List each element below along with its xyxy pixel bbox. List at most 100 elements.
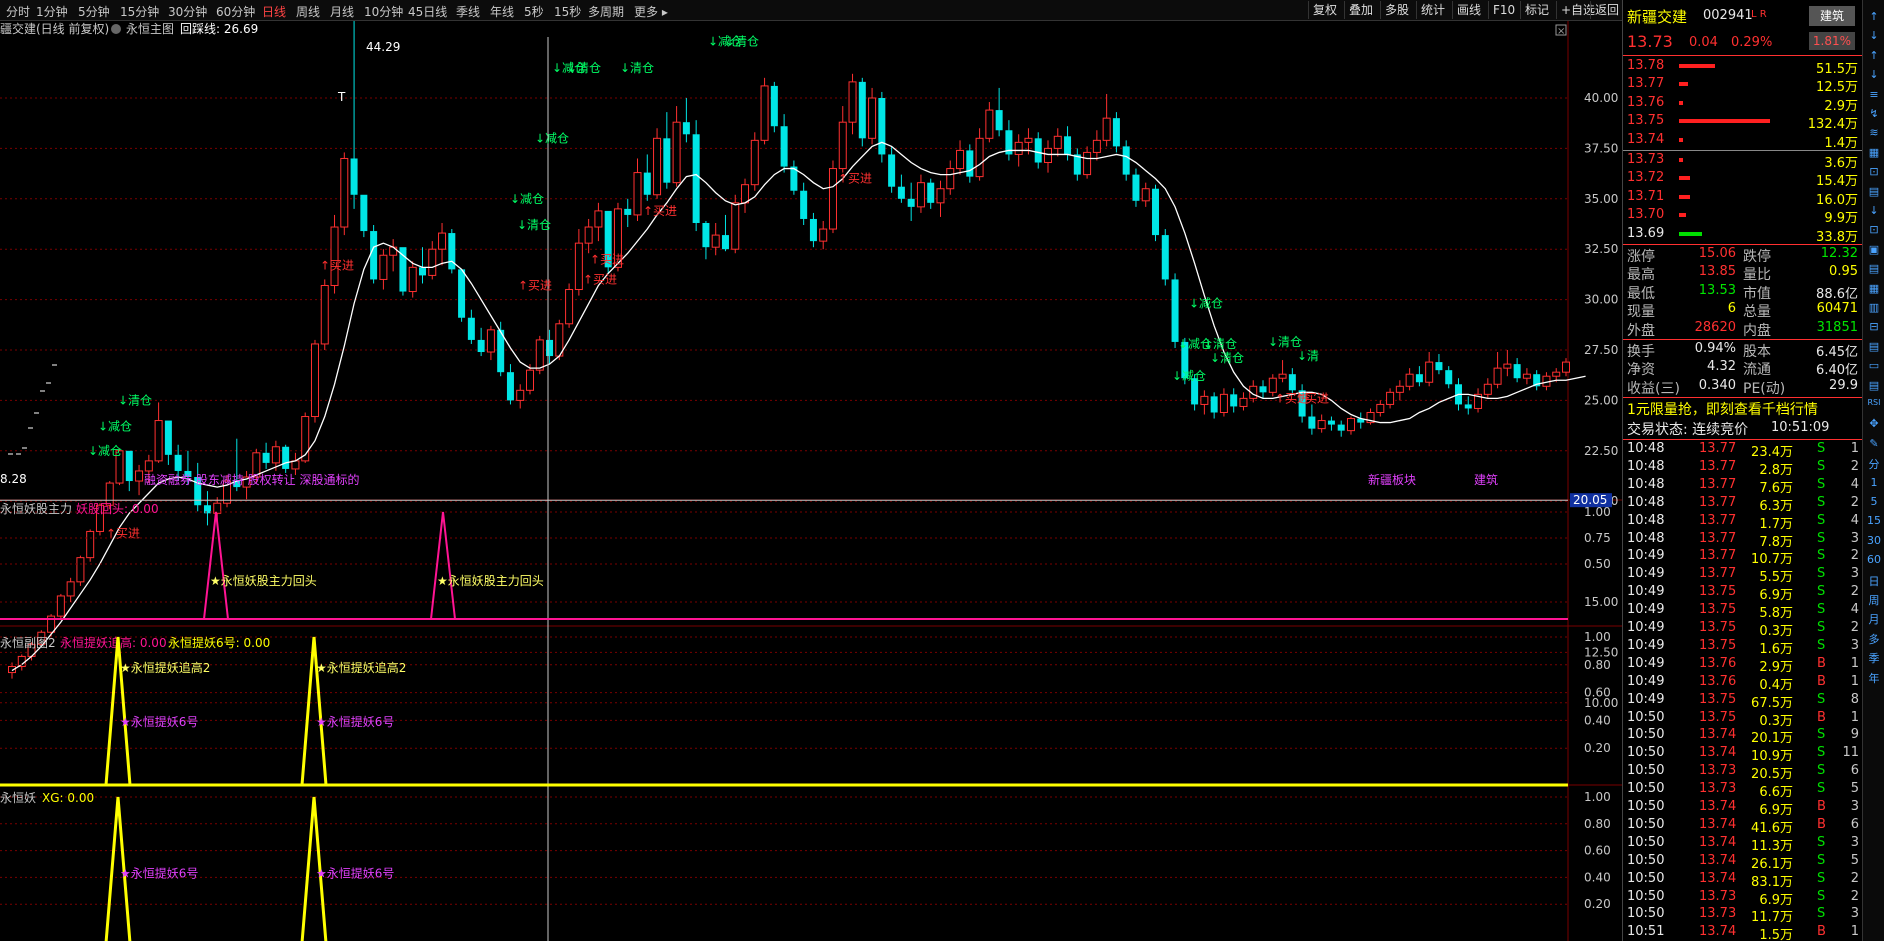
toolbar-button[interactable]: 叠加 [1344,1,1377,19]
toolbar-button[interactable]: 统计 [1416,1,1449,19]
sidebar-tool[interactable]: ⊡ [1865,165,1883,178]
sector-button[interactable]: 建筑 [1809,6,1855,26]
candle [633,158,642,221]
sidebar-tool[interactable]: ▣ [1865,243,1883,256]
sidebar-tool[interactable]: 月 [1865,611,1883,627]
sidebar-tool[interactable]: ↓ [1865,204,1883,217]
sidebar-tool[interactable]: 分 [1865,456,1883,472]
tick-price: 13.77 [1699,458,1737,474]
sell-signal: ↓减仓 [98,420,132,434]
divider [1623,339,1863,340]
candle [1317,414,1326,433]
sidebar-tool[interactable]: ↑ [1865,49,1883,62]
tick-time: 10:50 [1627,816,1665,832]
timeframe-tab[interactable]: 45日线 [408,3,447,20]
sidebar-tool[interactable]: ↓ [1865,68,1883,81]
candle [1005,120,1013,161]
sidebar-tool[interactable]: ▭ [1865,359,1883,372]
tick-direction: B [1817,655,1826,671]
rebound-label: 回踩线: 26.69 [180,22,258,36]
tick-time: 10:50 [1627,888,1665,904]
timeframe-tab[interactable]: 30分钟 [168,3,207,20]
sidebar-tool[interactable]: 周 [1865,592,1883,608]
candle [800,182,808,226]
sidebar-tool[interactable]: ↓ [1865,29,1883,42]
timeframe-tab[interactable]: 日线 [262,3,286,20]
timeframe-tab[interactable]: 10分钟 [364,3,403,20]
tick-volume: 7.8万 [1759,534,1793,550]
candle [555,319,564,361]
timeframe-tab[interactable]: 年线 [490,3,514,20]
toolbar-button[interactable]: 多股 [1380,1,1413,19]
chart-area[interactable]: 40.00 37.50 35.00 32.50 30.00 27.50 25.00 22.50… [0,21,1622,941]
y-tick-label: 30.00 [1584,293,1618,307]
toolbar-button[interactable]: 复权 [1308,1,1341,19]
bid-volume: 16.0万 [1816,192,1858,208]
sidebar-tool[interactable]: RSI [1865,398,1883,407]
tick-volume: 7.6万 [1759,480,1793,496]
tick-price: 13.74 [1699,924,1737,940]
sidebar-tool[interactable]: 60 [1865,553,1883,566]
sidebar-tool[interactable]: 多 [1865,631,1883,647]
sidebar-tool[interactable]: 5 [1865,495,1883,508]
promo-link[interactable]: 1元限量抢，即刻查看千档行情 [1627,399,1818,419]
sidebar-tool[interactable]: 30 [1865,534,1883,547]
tick-direction: S [1817,476,1826,492]
toolbar-button[interactable]: 返回 [1590,1,1623,19]
candle [291,452,300,475]
tick-volume: 10.9万 [1751,749,1793,765]
timeframe-tab[interactable]: 季线 [456,3,480,20]
toolbar-button[interactable]: 标记 [1520,1,1553,19]
candle [282,444,290,473]
tick-time: 10:48 [1627,512,1665,528]
candle [975,128,984,181]
timeframe-tab[interactable]: 分时 [6,3,30,20]
toolbar-button[interactable]: 画线 [1452,1,1485,19]
sidebar-tool[interactable]: ↑ [1865,10,1883,23]
tick-time: 10:48 [1627,458,1665,474]
close-icon[interactable]: × [1557,26,1565,37]
candle [340,152,349,236]
sidebar-tool[interactable]: ▤ [1865,262,1883,275]
candle [916,174,925,213]
sidebar-tool[interactable]: 1 [1865,476,1883,489]
timeframe-tab[interactable]: 5分钟 [78,3,110,20]
candle [164,420,172,465]
sidebar-tool[interactable]: 季 [1865,650,1883,666]
sidebar-tool[interactable]: 年 [1865,670,1883,686]
timeframe-tab[interactable]: 周线 [296,3,320,20]
sidebar-tool[interactable]: ▤ [1865,340,1883,353]
timeframe-tab[interactable]: 60分钟 [216,3,255,20]
sub3-annotation: ★永恒提妖6号 [120,865,198,880]
sidebar-tool[interactable]: ▦ [1865,282,1883,295]
sidebar-tool[interactable]: ✥ [1865,417,1883,430]
candle [1034,132,1042,169]
sidebar-tool[interactable]: ≋ [1865,126,1883,139]
sidebar-tool[interactable]: ≡ [1865,88,1883,101]
sidebar-tool[interactable]: ↯ [1865,107,1883,120]
tick-count: 2 [1850,458,1859,474]
candle [66,577,75,602]
timeframe-tab[interactable]: 月线 [330,3,354,20]
sidebar-tool[interactable]: ⊟ [1865,320,1883,333]
sidebar-tool[interactable]: ✎ [1865,437,1883,450]
sidebar-tool[interactable]: ⊡ [1865,223,1883,236]
start-price-label: 8.28 [0,472,27,486]
sidebar-tool[interactable]: ▤ [1865,379,1883,392]
indicator-icon[interactable] [111,24,121,34]
sidebar-tool[interactable]: 15 [1865,514,1883,527]
tick-volume: 5.8万 [1759,606,1793,622]
sidebar-tool[interactable]: 日 [1865,573,1883,589]
y-tick-label: 37.50 [1584,141,1618,155]
sidebar-tool[interactable]: ▥ [1865,301,1883,314]
timeframe-tab[interactable]: 更多 ▸ [634,3,668,20]
sidebar-tool[interactable]: ▤ [1865,185,1883,198]
toolbar-button[interactable]: F10 [1488,1,1519,19]
timeframe-tab[interactable]: 15分钟 [120,3,159,20]
timeframe-tab[interactable]: 多周期 [588,3,624,20]
sidebar-tool[interactable]: ▦ [1865,146,1883,159]
timeframe-tab[interactable]: 5秒 [524,3,544,20]
timeframe-tab[interactable]: 1分钟 [36,3,68,20]
timeframe-tab[interactable]: 15秒 [554,3,581,20]
divider [1623,150,1863,151]
